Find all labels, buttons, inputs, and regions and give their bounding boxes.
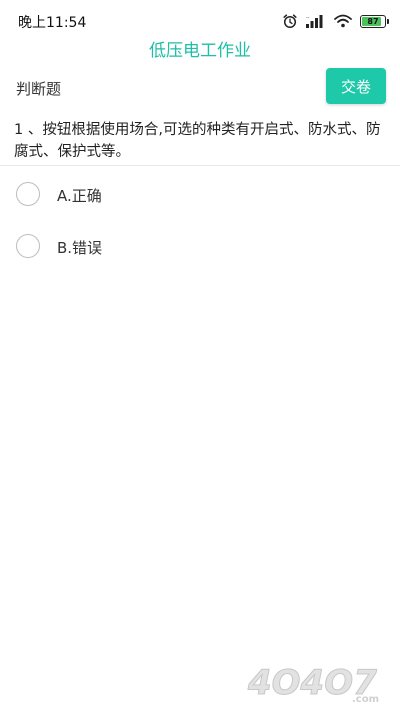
battery-icon: 87: [360, 14, 389, 28]
status-bar: 晚上11:54 ·· 87: [0, 0, 400, 40]
status-time: 晚上11:54: [18, 15, 87, 31]
question-type-label: 判断题: [16, 80, 62, 98]
svg-text:··: ··: [306, 15, 310, 22]
page-title: 低压电工作业: [149, 41, 251, 61]
wifi-icon: [334, 14, 352, 28]
divider: [0, 165, 400, 166]
radio-icon[interactable]: [16, 182, 40, 206]
option-label: A.正确: [57, 187, 102, 205]
alarm-icon: [282, 13, 298, 29]
battery-tip: [387, 18, 389, 24]
signal-icon: ··: [306, 14, 326, 28]
section-header: 判断题 交卷: [0, 68, 400, 106]
option-a[interactable]: A.正确: [0, 175, 400, 215]
option-b[interactable]: B.错误: [0, 227, 400, 267]
option-label: B.错误: [57, 239, 103, 257]
battery-level: 87: [367, 16, 379, 26]
svg-text:.com: .com: [352, 694, 379, 705]
status-icons: ·· 87: [282, 12, 389, 30]
radio-icon[interactable]: [16, 234, 40, 258]
submit-exam-button[interactable]: 交卷: [326, 68, 386, 104]
watermark-logo: 4O4O7 .com: [244, 660, 394, 706]
question-text: 1 、按钮根据使用场合,可选的种类有开启式、防水式、防腐式、保护式等。: [14, 122, 381, 160]
